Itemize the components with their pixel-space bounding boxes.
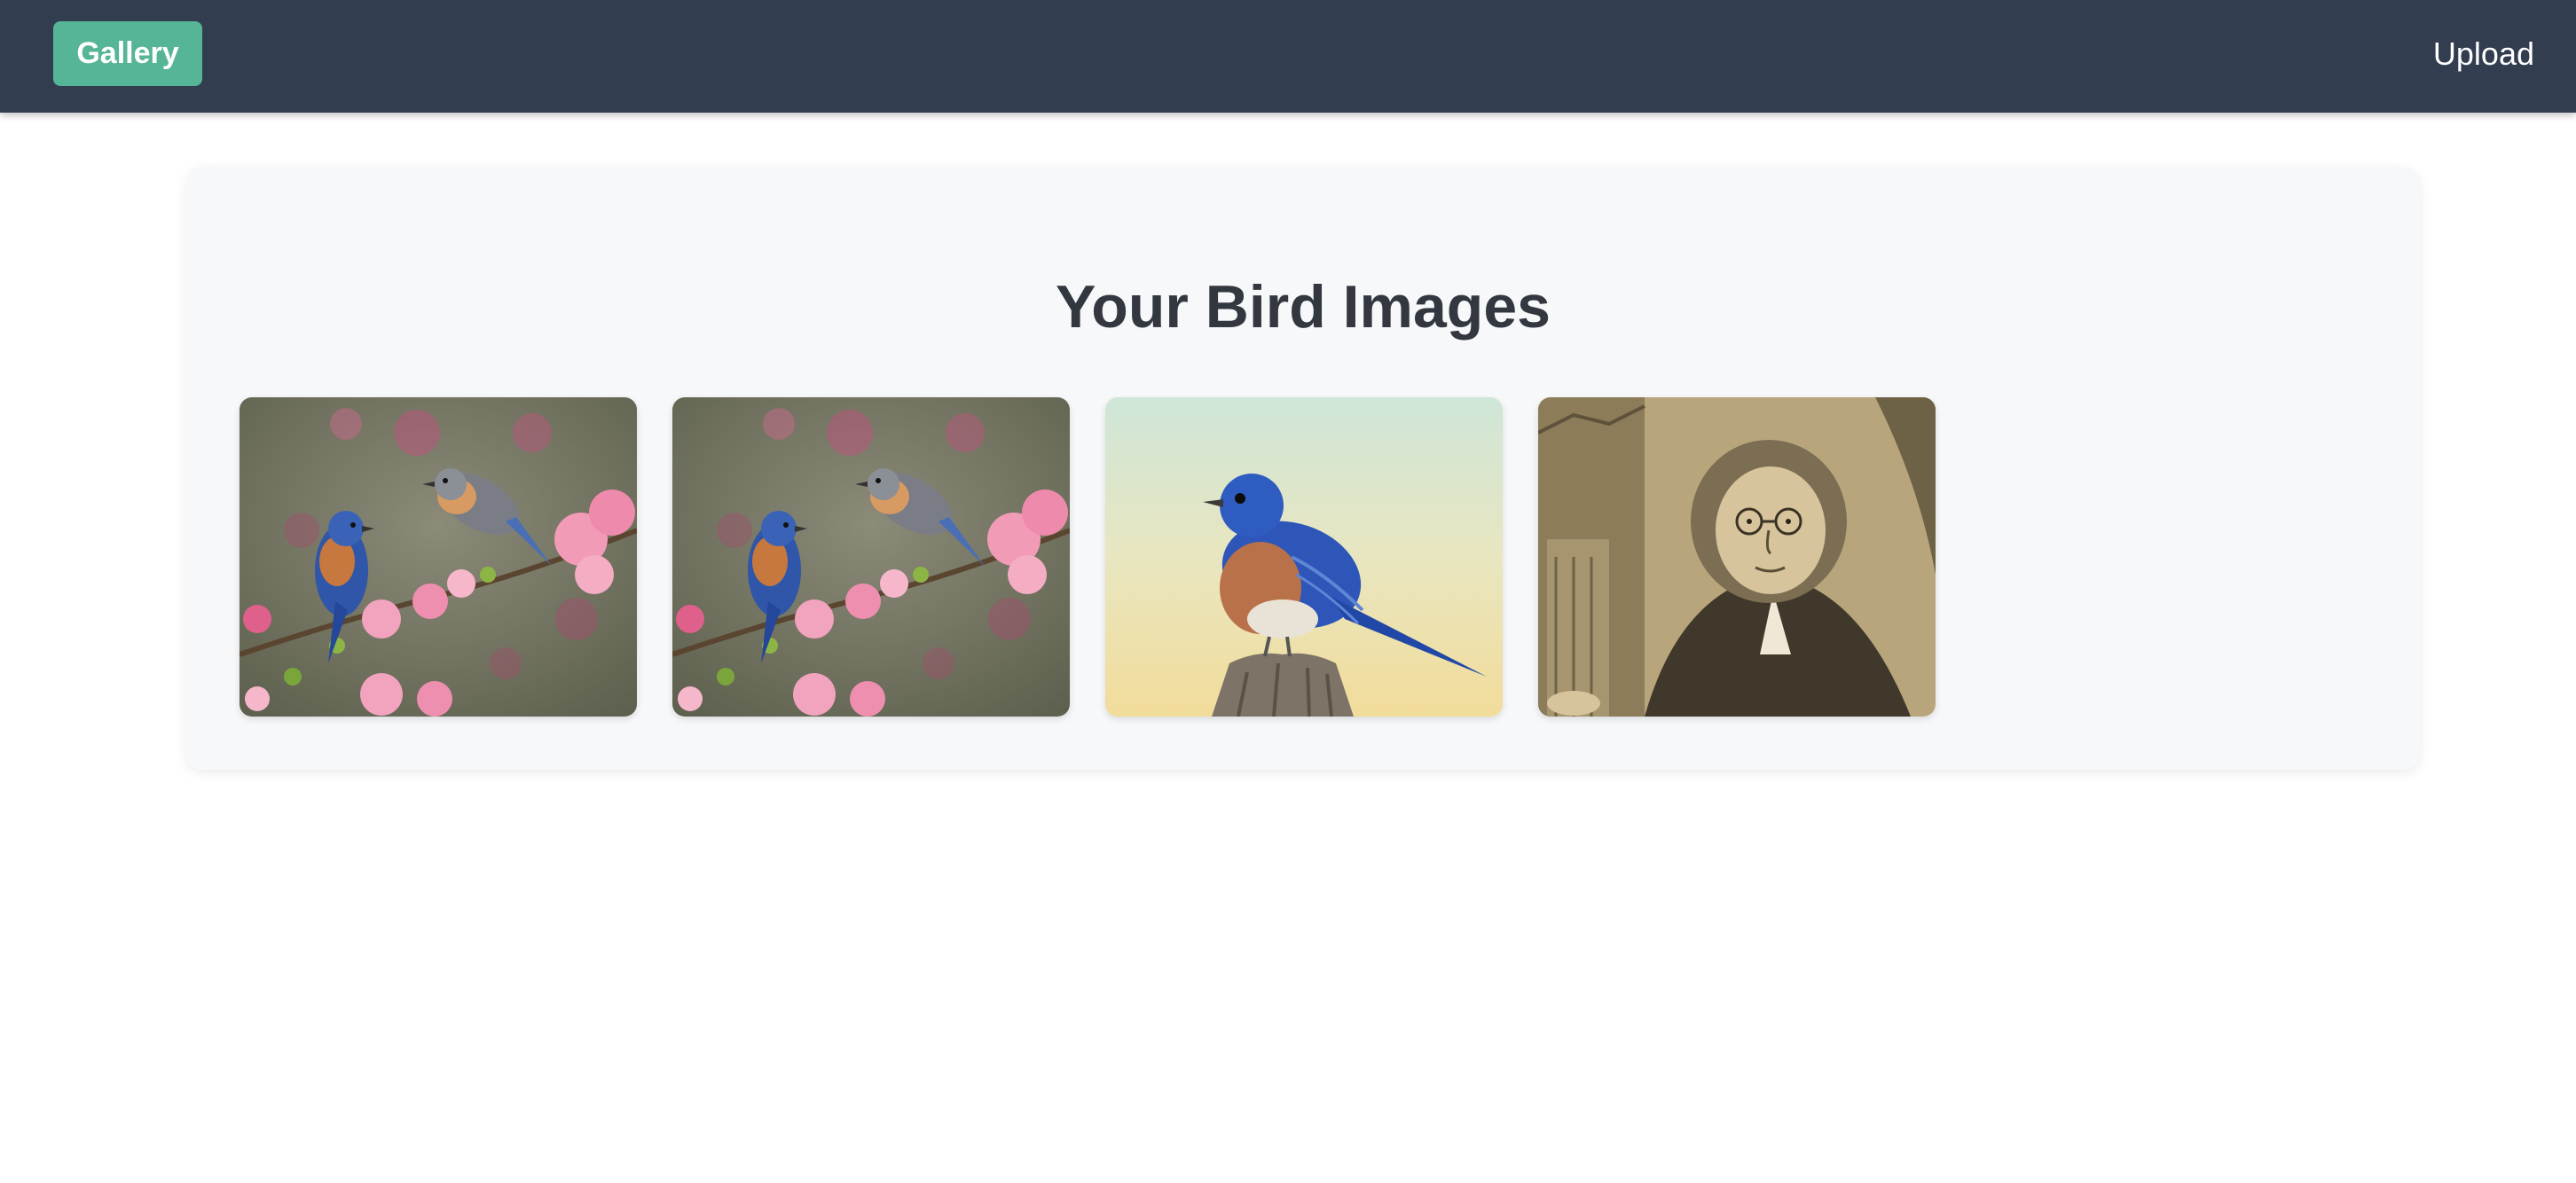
gallery-image-3[interactable]: [1105, 397, 1503, 717]
page-title: Your Bird Images: [1056, 273, 1551, 341]
bluebird-stump-image: [1105, 397, 1503, 717]
gallery-brand-button[interactable]: Gallery: [53, 21, 202, 86]
gallery-image-4[interactable]: [1538, 397, 1936, 717]
upload-link[interactable]: Upload: [2433, 32, 2534, 76]
gallery-image-1[interactable]: [240, 397, 637, 717]
gallery-image-2[interactable]: [672, 397, 1070, 717]
top-navbar: Gallery Upload: [0, 0, 2576, 113]
bluebirds-blossom-image: [672, 397, 1070, 717]
engraved-portrait-image: [1538, 397, 1936, 717]
bluebirds-blossom-image: [240, 397, 637, 717]
gallery-card: Your Bird Images: [186, 167, 2420, 770]
